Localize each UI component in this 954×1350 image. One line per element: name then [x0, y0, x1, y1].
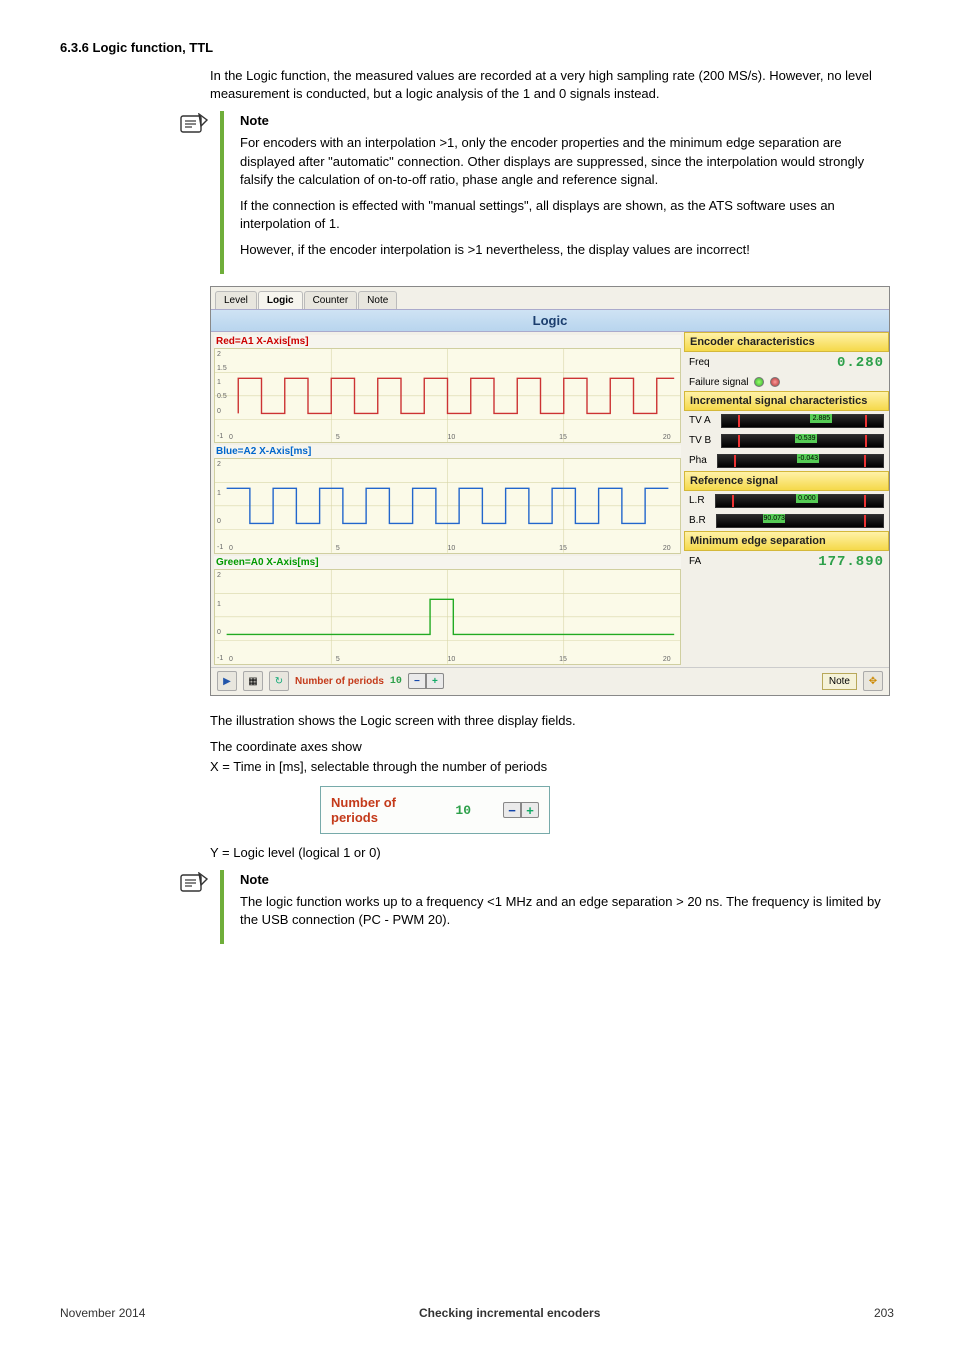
pha-label: Pha [689, 455, 707, 466]
tab-note[interactable]: Note [358, 291, 397, 309]
tab-level[interactable]: Level [215, 291, 257, 309]
plot-label-a2: Blue=A2 X-Axis[ms] [214, 445, 681, 458]
status-dot-red [770, 377, 780, 387]
footer-date: November 2014 [60, 1306, 145, 1320]
tva-gauge: 2.885 [721, 414, 884, 428]
intro-text: In the Logic function, the measured valu… [210, 67, 894, 103]
fa-label: FA [689, 556, 701, 567]
note-icon [180, 113, 208, 138]
caption-4: Y = Logic level (logical 1 or 0) [210, 844, 894, 862]
play-button[interactable]: ▶ [217, 671, 237, 691]
periods-inset: Number of periods 10 − + [320, 786, 550, 834]
plus-button[interactable]: + [426, 673, 444, 689]
footer-page: 203 [874, 1306, 894, 1320]
ref-sig-header: Reference signal [684, 471, 889, 491]
periods-inset-stepper[interactable]: − + [503, 802, 539, 818]
tva-label: TV A [689, 415, 711, 426]
logic-title: Logic [211, 309, 889, 332]
plot-label-a0: Green=A0 X-Axis[ms] [214, 556, 681, 569]
tool-button-1[interactable]: ▦ [243, 671, 263, 691]
caption-2: The coordinate axes show [210, 738, 894, 756]
note-block-1: Note For encoders with an interpolation … [168, 111, 894, 273]
lr-gauge: 0.000 [715, 494, 884, 508]
pha-gauge: -0.043 [717, 454, 884, 468]
caption-3: X = Time in [ms], selectable through the… [210, 758, 894, 776]
minus-button[interactable]: − [408, 673, 426, 689]
freq-value: 0.280 [837, 355, 884, 371]
status-dot-green [754, 377, 764, 387]
periods-inset-label: Number of periods [331, 795, 439, 825]
tvb-label: TV B [689, 435, 711, 446]
tvb-gauge: -0.539 [721, 434, 884, 448]
logic-screenshot: Level Logic Counter Note Logic Red=A1 X-… [210, 286, 890, 696]
tab-logic[interactable]: Logic [258, 291, 303, 309]
tab-counter[interactable]: Counter [304, 291, 358, 309]
br-label: B.R [689, 515, 706, 526]
periods-stepper[interactable]: − + [408, 673, 444, 689]
plus-button[interactable]: + [521, 802, 539, 818]
caption-1: The illustration shows the Logic screen … [210, 712, 894, 730]
note-button[interactable]: Note [822, 673, 857, 690]
right-panel: Encoder characteristics Freq 0.280 Failu… [684, 332, 889, 668]
plot-a1: 21.510.50-1 05101520 [214, 348, 681, 444]
fa-value: 177.890 [818, 554, 884, 570]
periods-label: Number of periods [295, 676, 384, 687]
note-text: The logic function works up to a frequen… [240, 893, 894, 929]
inc-sig-header: Incremental signal characteristics [684, 391, 889, 411]
br-gauge: 90.073 [716, 514, 884, 528]
periods-value: 10 [390, 676, 402, 687]
note-block-2: Note The logic function works up to a fr… [168, 870, 894, 943]
note-text: However, if the encoder interpolation is… [240, 241, 894, 259]
note-icon [180, 872, 208, 897]
lr-label: L.R [689, 495, 705, 506]
section-heading: 6.3.6 Logic function, TTL [60, 40, 894, 55]
refresh-button[interactable]: ↻ [269, 671, 289, 691]
periods-inset-value: 10 [455, 803, 471, 818]
note-text: If the connection is effected with "manu… [240, 197, 894, 233]
cursor-button[interactable]: ✥ [863, 671, 883, 691]
minus-button[interactable]: − [503, 802, 521, 818]
plot-label-a1: Red=A1 X-Axis[ms] [214, 335, 681, 348]
page-footer: November 2014 Checking incremental encod… [60, 1306, 894, 1320]
failure-label: Failure signal [689, 377, 748, 388]
freq-label: Freq [689, 357, 710, 368]
note-title: Note [240, 113, 894, 128]
encoder-char-header: Encoder characteristics [684, 332, 889, 352]
note-title: Note [240, 872, 894, 887]
tab-bar: Level Logic Counter Note [211, 287, 889, 309]
plot-a0: 210-1 05101520 [214, 569, 681, 665]
note-accent-bar [220, 870, 224, 943]
note-accent-bar [220, 111, 224, 273]
min-edge-header: Minimum edge separation [684, 531, 889, 551]
plot-a2: 210-1 05101520 [214, 458, 681, 554]
note-text: For encoders with an interpolation >1, o… [240, 134, 894, 189]
footer-title: Checking incremental encoders [419, 1306, 600, 1320]
